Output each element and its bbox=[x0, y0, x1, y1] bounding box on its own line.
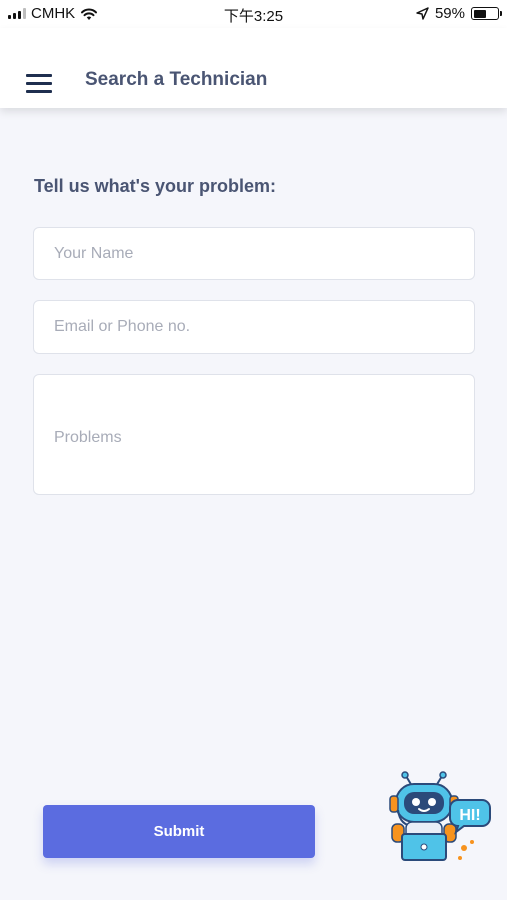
page-title: Search a Technician bbox=[85, 69, 268, 90]
battery-fill bbox=[473, 9, 487, 18]
chatbot-bubble-text: HI! bbox=[459, 807, 480, 824]
status-bar: CMHK 下午3:25 59% bbox=[0, 0, 507, 28]
problems-textarea[interactable] bbox=[33, 374, 475, 495]
form-title: Tell us what's your problem: bbox=[34, 176, 276, 196]
robot-illustration: HI! bbox=[389, 771, 491, 861]
app-header bbox=[0, 28, 507, 108]
location-arrow-icon bbox=[416, 7, 429, 20]
email-or-phone-input[interactable] bbox=[33, 300, 475, 354]
robot-chat-icon[interactable]: HI! bbox=[386, 770, 496, 865]
submit-button[interactable]: Submit bbox=[43, 805, 315, 858]
battery-icon bbox=[471, 7, 502, 20]
hamburger-menu-icon[interactable] bbox=[26, 74, 52, 94]
name-input[interactable] bbox=[33, 227, 475, 280]
status-right: 59% bbox=[416, 5, 502, 22]
battery-percent: 59% bbox=[434, 5, 465, 22]
